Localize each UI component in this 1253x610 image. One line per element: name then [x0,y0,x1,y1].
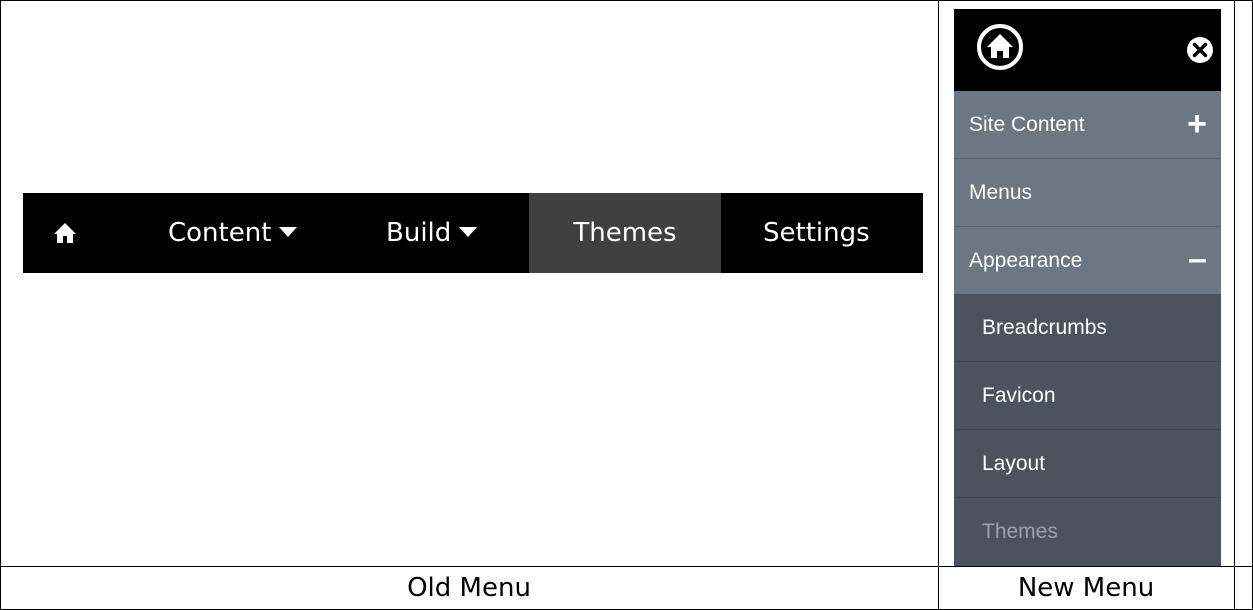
new-menu-header [954,9,1221,91]
new-menu-appearance[interactable]: Appearance – [954,227,1221,295]
new-menu-appearance-label: Appearance [969,249,1083,272]
old-menu-themes-label: Themes [573,218,677,248]
new-menu-layout[interactable]: Layout [954,430,1221,498]
old-menu-bar: Content Build Themes Settings [23,193,923,273]
old-menu-home[interactable] [53,193,93,273]
new-menu-layout-label: Layout [982,452,1046,475]
new-menu-menus[interactable]: Menus [954,159,1221,227]
old-menu-themes[interactable]: Themes [529,193,721,273]
old-menu-build[interactable]: Build [386,193,478,273]
old-menu-content-label: Content [168,218,272,248]
new-menu-themes[interactable]: Themes [954,498,1221,566]
home-circle-icon[interactable] [976,23,1024,71]
new-menu-panel: Site Content + Menus Appearance – Breadc… [954,9,1221,566]
close-circle-icon[interactable] [1186,36,1214,64]
collapse-minus-icon[interactable]: – [1188,227,1207,291]
new-menu-menus-label: Menus [969,181,1033,204]
new-menu-caption: New Menu [1017,573,1155,603]
chevron-down-icon [279,226,298,237]
home-icon [54,223,76,243]
new-menu-breadcrumbs[interactable]: Breadcrumbs [954,294,1221,362]
column-divider [938,0,939,610]
chevron-down-icon [459,226,478,237]
old-menu-caption: Old Menu [407,573,531,603]
new-menu-site-content-label: Site Content [969,113,1085,136]
old-menu-settings-label: Settings [763,218,870,248]
new-menu-site-content[interactable]: Site Content + [954,91,1221,159]
new-menu-themes-label: Themes [982,520,1058,543]
new-menu-favicon-label: Favicon [982,384,1056,407]
new-menu-breadcrumbs-label: Breadcrumbs [982,316,1107,339]
old-menu-content[interactable]: Content [168,193,298,273]
right-column-edge [1234,0,1235,610]
old-menu-settings[interactable]: Settings [763,193,870,273]
new-menu-favicon[interactable]: Favicon [954,362,1221,430]
expand-plus-icon[interactable]: + [1187,91,1207,157]
old-menu-build-label: Build [386,218,452,248]
